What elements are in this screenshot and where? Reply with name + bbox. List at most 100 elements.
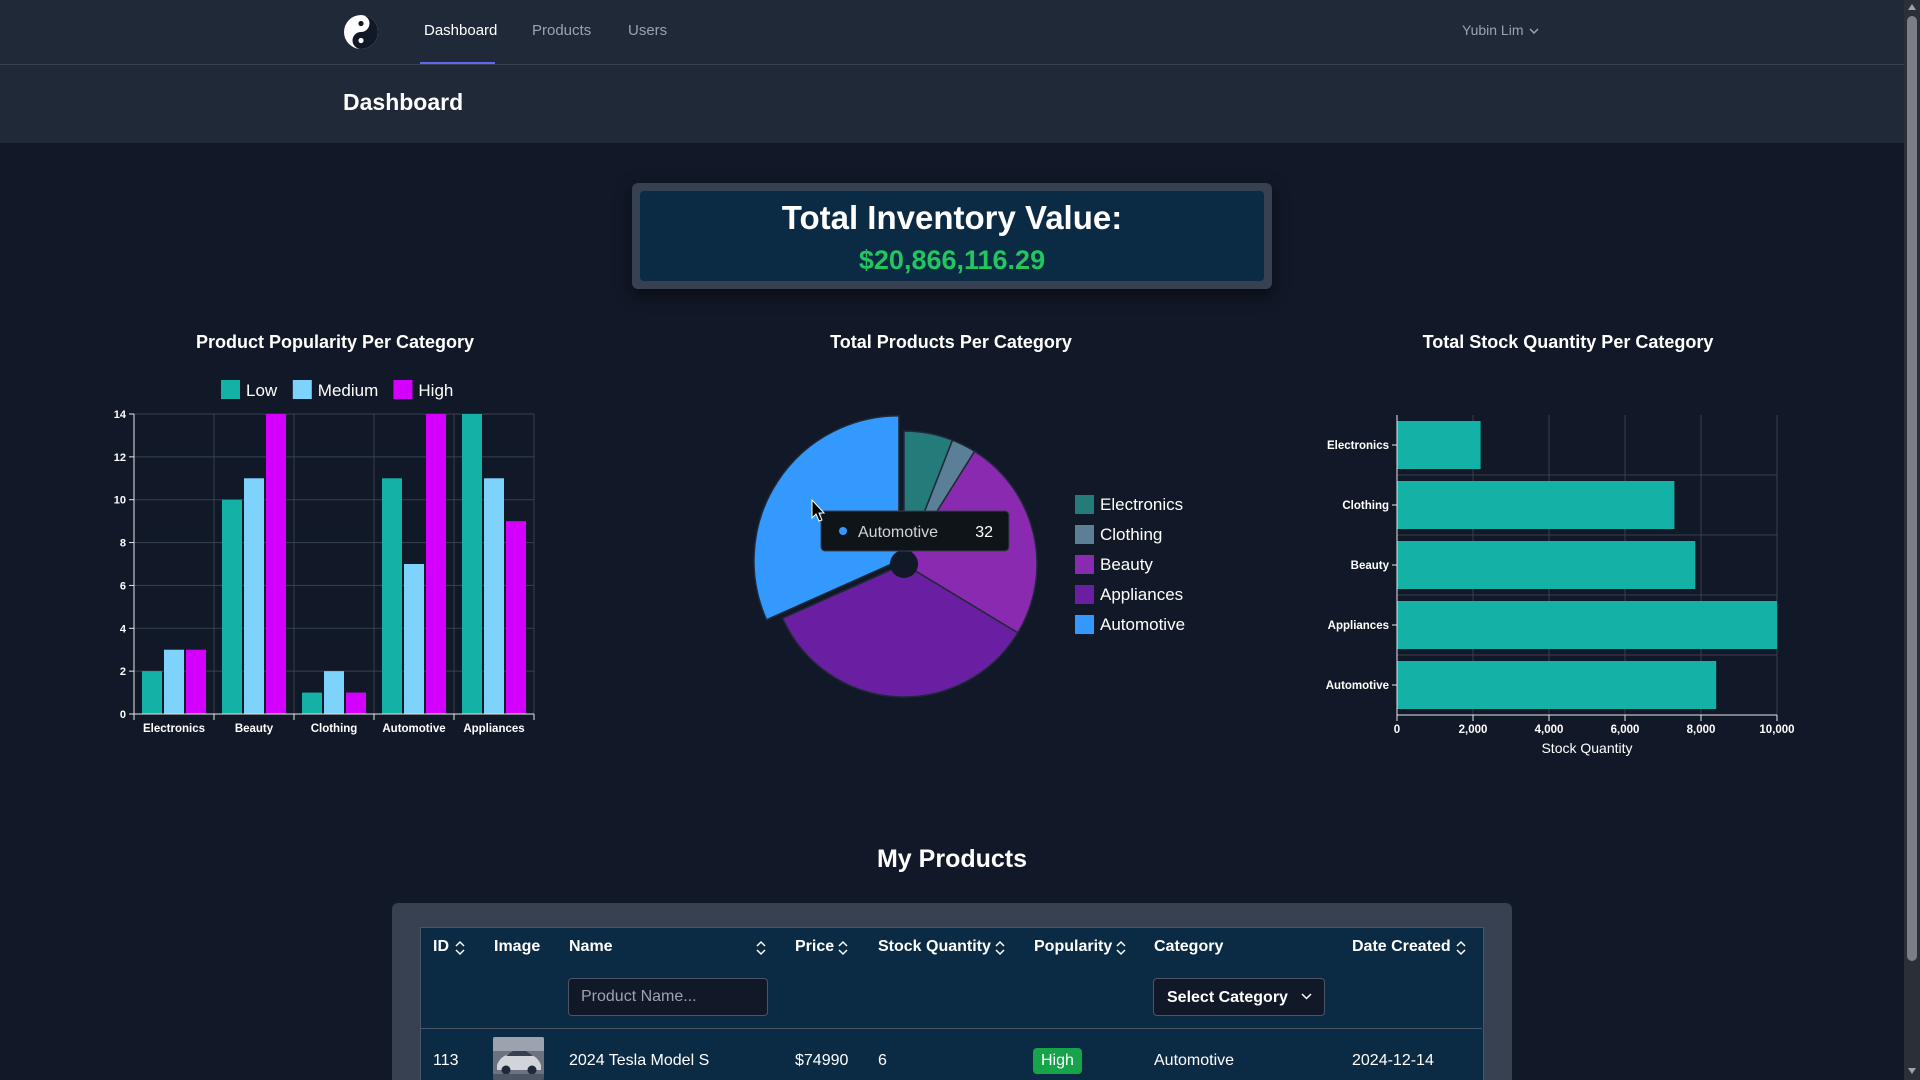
legend-swatch [1075, 585, 1094, 604]
user-name: Yubin Lim [1462, 22, 1524, 38]
cell-date: 2024-12-14 [1352, 1052, 1434, 1069]
col-category: Category [1154, 938, 1224, 955]
car-thumbnail[interactable] [493, 1037, 544, 1080]
y-tick-label: 6 [120, 580, 126, 592]
stock-bar [1397, 661, 1717, 709]
category-select[interactable]: Select Category [1153, 978, 1325, 1016]
inventory-card: Total Inventory Value: $20,866,116.29 [632, 183, 1272, 289]
legend-swatch [1075, 615, 1094, 634]
pie-slice-appliances [781, 563, 1019, 698]
bar-high [266, 414, 286, 714]
page-header [0, 65, 1904, 143]
col-stock[interactable]: Stock Quantity [878, 938, 991, 956]
stock-bar [1397, 601, 1777, 649]
x-tick-label: Appliances [463, 723, 524, 735]
bar-low [142, 671, 162, 714]
bar-low [462, 414, 482, 714]
yin-yang-icon[interactable] [343, 14, 379, 50]
legend-label: Low [246, 381, 278, 400]
bar-medium [324, 671, 344, 714]
x-tick-label: Clothing [311, 723, 358, 735]
sort-icon[interactable] [455, 940, 465, 956]
col-popularity[interactable]: Popularity [1034, 938, 1112, 956]
x-axis-label: Stock Quantity [1541, 740, 1632, 756]
bar-low [302, 692, 322, 714]
bar-high [426, 414, 446, 714]
cell-category: Automotive [1154, 1052, 1235, 1069]
user-menu[interactable]: Yubin Lim [1462, 22, 1540, 38]
x-tick-label: 4,000 [1535, 724, 1564, 736]
y-tick-label: 10 [114, 495, 126, 507]
legend-label: Electronics [1100, 495, 1183, 514]
sort-icon[interactable] [756, 940, 766, 956]
pie-slice-automotive [753, 414, 900, 621]
col-name[interactable]: Name [569, 938, 613, 956]
nav-products[interactable]: Products [532, 22, 591, 39]
legend-label: Clothing [1100, 525, 1162, 544]
col-date-created[interactable]: Date Created [1352, 938, 1451, 956]
legend-swatch [1075, 495, 1094, 514]
x-tick-label: Beauty [235, 723, 274, 735]
y-tick-label: 12 [114, 452, 126, 464]
bar-low [382, 478, 402, 714]
y-tick-label: Clothing [1342, 500, 1389, 512]
scroll-down-arrow[interactable] [1908, 1068, 1916, 1074]
page-scrollbar[interactable] [1904, 0, 1920, 1080]
chart-tooltip [820, 510, 1010, 552]
col-price[interactable]: Price [795, 938, 834, 956]
sort-icon[interactable] [995, 940, 1005, 956]
car-image [493, 1037, 544, 1080]
bar-low [222, 499, 242, 714]
y-tick-label: 14 [114, 409, 127, 421]
bar-high [346, 692, 366, 714]
y-tick-label: Automotive [1326, 680, 1389, 692]
inventory-title: Total Inventory Value: [781, 199, 1123, 236]
col-id[interactable]: ID [433, 938, 449, 956]
inventory-panel: Total Inventory Value: $20,866,116.29 [640, 191, 1264, 281]
stock-bar [1397, 481, 1675, 529]
x-tick-label: 6,000 [1611, 724, 1640, 736]
tooltip-value: 32 [975, 524, 993, 541]
legend-swatch [221, 380, 240, 399]
pie-slice-clothing [903, 439, 976, 565]
tooltip-label: Automotive [858, 524, 938, 541]
nav-users[interactable]: Users [628, 22, 667, 39]
popularity-badge: High [1033, 1048, 1082, 1074]
legend-label: Automotive [1100, 615, 1185, 634]
scroll-up-arrow[interactable] [1908, 4, 1916, 10]
sort-icon[interactable] [1116, 940, 1126, 956]
scroll-thumb[interactable] [1907, 16, 1917, 961]
x-tick-label: 2,000 [1459, 724, 1488, 736]
cell-price: $74990 [795, 1052, 849, 1069]
sort-icon[interactable] [1456, 940, 1466, 956]
legend-label: High [418, 381, 453, 400]
product-name-filter[interactable] [568, 978, 768, 1016]
stock-bar [1397, 421, 1481, 469]
cell-id: 113 [433, 1052, 459, 1069]
bar-high [506, 521, 526, 714]
bar-medium [164, 649, 184, 714]
pie-center [890, 550, 918, 578]
tooltip-dot [839, 527, 847, 535]
popularity-chart-title: Product Popularity Per Category [195, 332, 475, 352]
mouse-cursor-icon [811, 498, 826, 522]
nav-dashboard[interactable]: Dashboard [424, 22, 497, 39]
bar-high [186, 649, 206, 714]
x-tick-label: 8,000 [1687, 724, 1716, 736]
pie-slice-electronics [903, 430, 954, 565]
table-divider [421, 1028, 1482, 1029]
x-tick-label: Automotive [382, 723, 445, 735]
pie-slice-beauty [902, 450, 1038, 634]
page-title: Dashboard [343, 89, 464, 115]
legend-swatch [292, 380, 312, 399]
cell-stock: 6 [878, 1052, 887, 1069]
chevron-down-icon [1529, 28, 1540, 35]
legend-swatch [393, 380, 413, 399]
x-tick-label: Electronics [143, 723, 205, 735]
sort-icon[interactable] [838, 940, 848, 956]
active-tab-indicator [420, 62, 495, 64]
x-tick-label: 10,000 [1759, 724, 1794, 736]
y-tick-label: 0 [120, 709, 126, 721]
legend-label: Beauty [1100, 555, 1153, 574]
legend-swatch [1075, 525, 1094, 544]
